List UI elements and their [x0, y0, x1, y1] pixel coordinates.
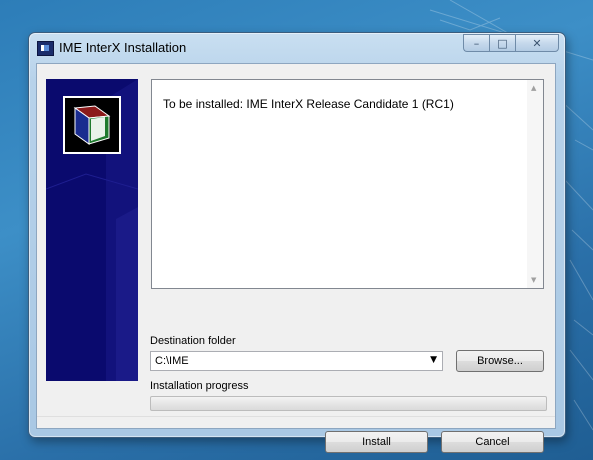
caption-buttons: – □ ✕ — [463, 34, 559, 52]
browse-button[interactable]: Browse... — [456, 350, 544, 372]
details-textbox[interactable]: To be installed: IME InterX Release Cand… — [151, 79, 544, 289]
window-title: IME InterX Installation — [59, 40, 187, 55]
details-text: To be installed: IME InterX Release Cand… — [163, 97, 454, 111]
cancel-button[interactable]: Cancel — [441, 431, 544, 453]
close-icon: ✕ — [532, 36, 542, 50]
minimize-button[interactable]: – — [463, 34, 489, 52]
destination-folder-combobox[interactable]: C:\IME ▼ — [150, 351, 443, 371]
installation-progress-label: Installation progress — [150, 380, 249, 392]
destination-folder-label: Destination folder — [150, 335, 236, 347]
side-banner — [46, 79, 138, 381]
product-logo — [63, 96, 121, 154]
scroll-down-icon[interactable]: ▼ — [531, 276, 536, 284]
installation-progress-bar — [150, 396, 547, 411]
details-scrollbar[interactable]: ▲ ▼ — [527, 80, 543, 288]
maximize-button[interactable]: □ — [489, 34, 515, 52]
cube-logo-icon — [73, 105, 111, 145]
installer-window: IME InterX Installation – □ ✕ To be inst… — [28, 32, 566, 453]
title-bar[interactable]: IME InterX Installation – □ ✕ — [29, 33, 565, 63]
dialog-client-area: To be installed: IME InterX Release Cand… — [36, 63, 556, 453]
close-button[interactable]: ✕ — [515, 34, 559, 52]
app-icon — [37, 41, 54, 56]
install-button[interactable]: Install — [325, 431, 428, 453]
scroll-up-icon[interactable]: ▲ — [531, 84, 536, 92]
maximize-icon: □ — [497, 36, 508, 50]
minimize-icon: – — [473, 36, 480, 50]
footer-divider — [37, 416, 555, 417]
destination-folder-value: C:\IME — [155, 355, 189, 367]
chevron-down-icon[interactable]: ▼ — [430, 355, 437, 365]
